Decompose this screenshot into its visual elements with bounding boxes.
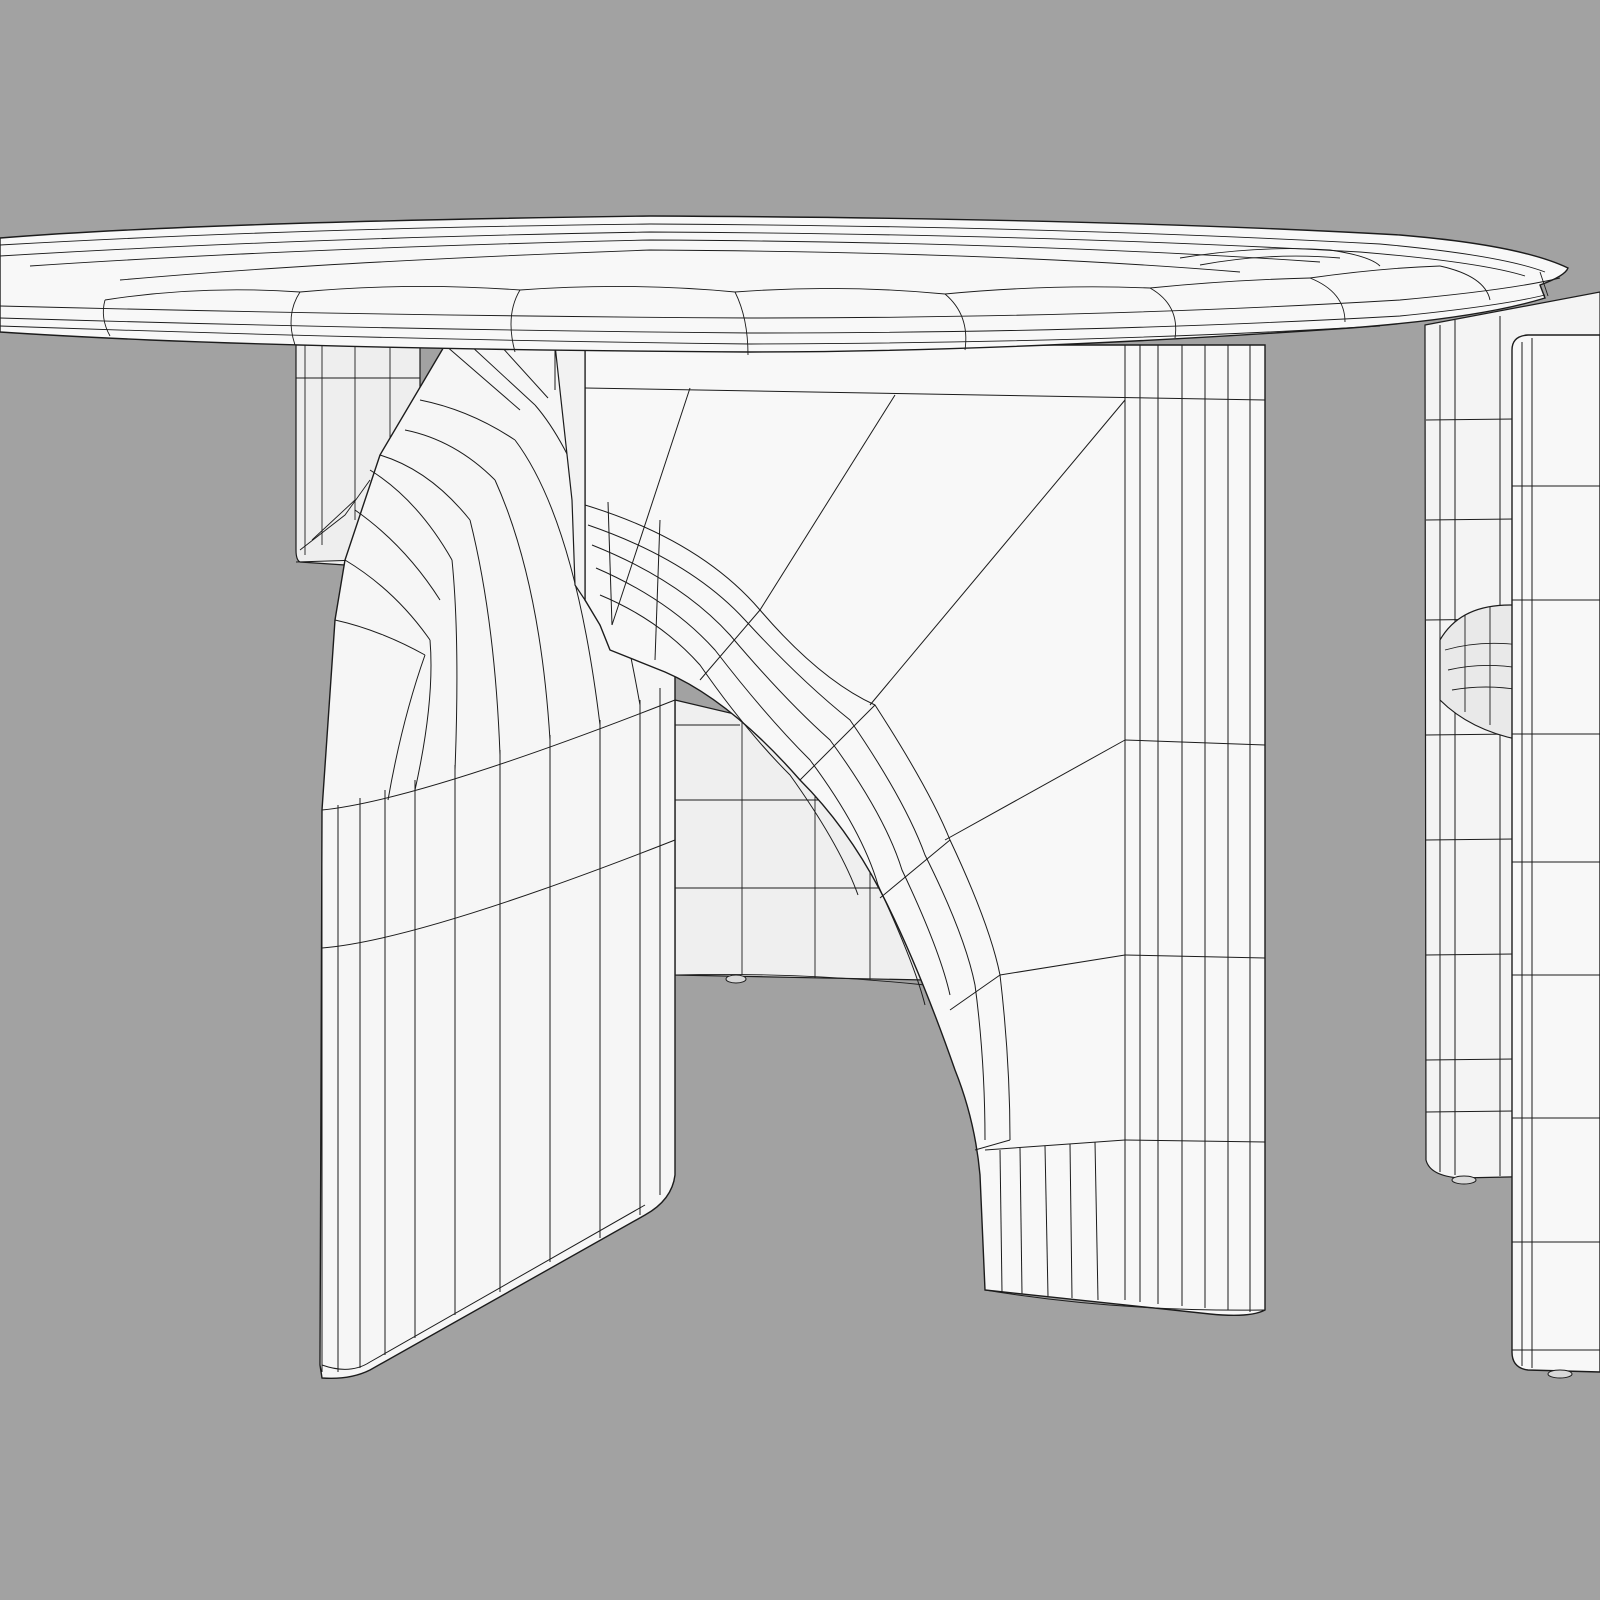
wireframe-render: [0, 0, 1600, 1600]
base-inner-glide: [725, 974, 747, 984]
chair-glide: [1451, 1175, 1477, 1185]
chair-glide: [1547, 1369, 1573, 1379]
chair-front-panel: [1511, 334, 1600, 1373]
